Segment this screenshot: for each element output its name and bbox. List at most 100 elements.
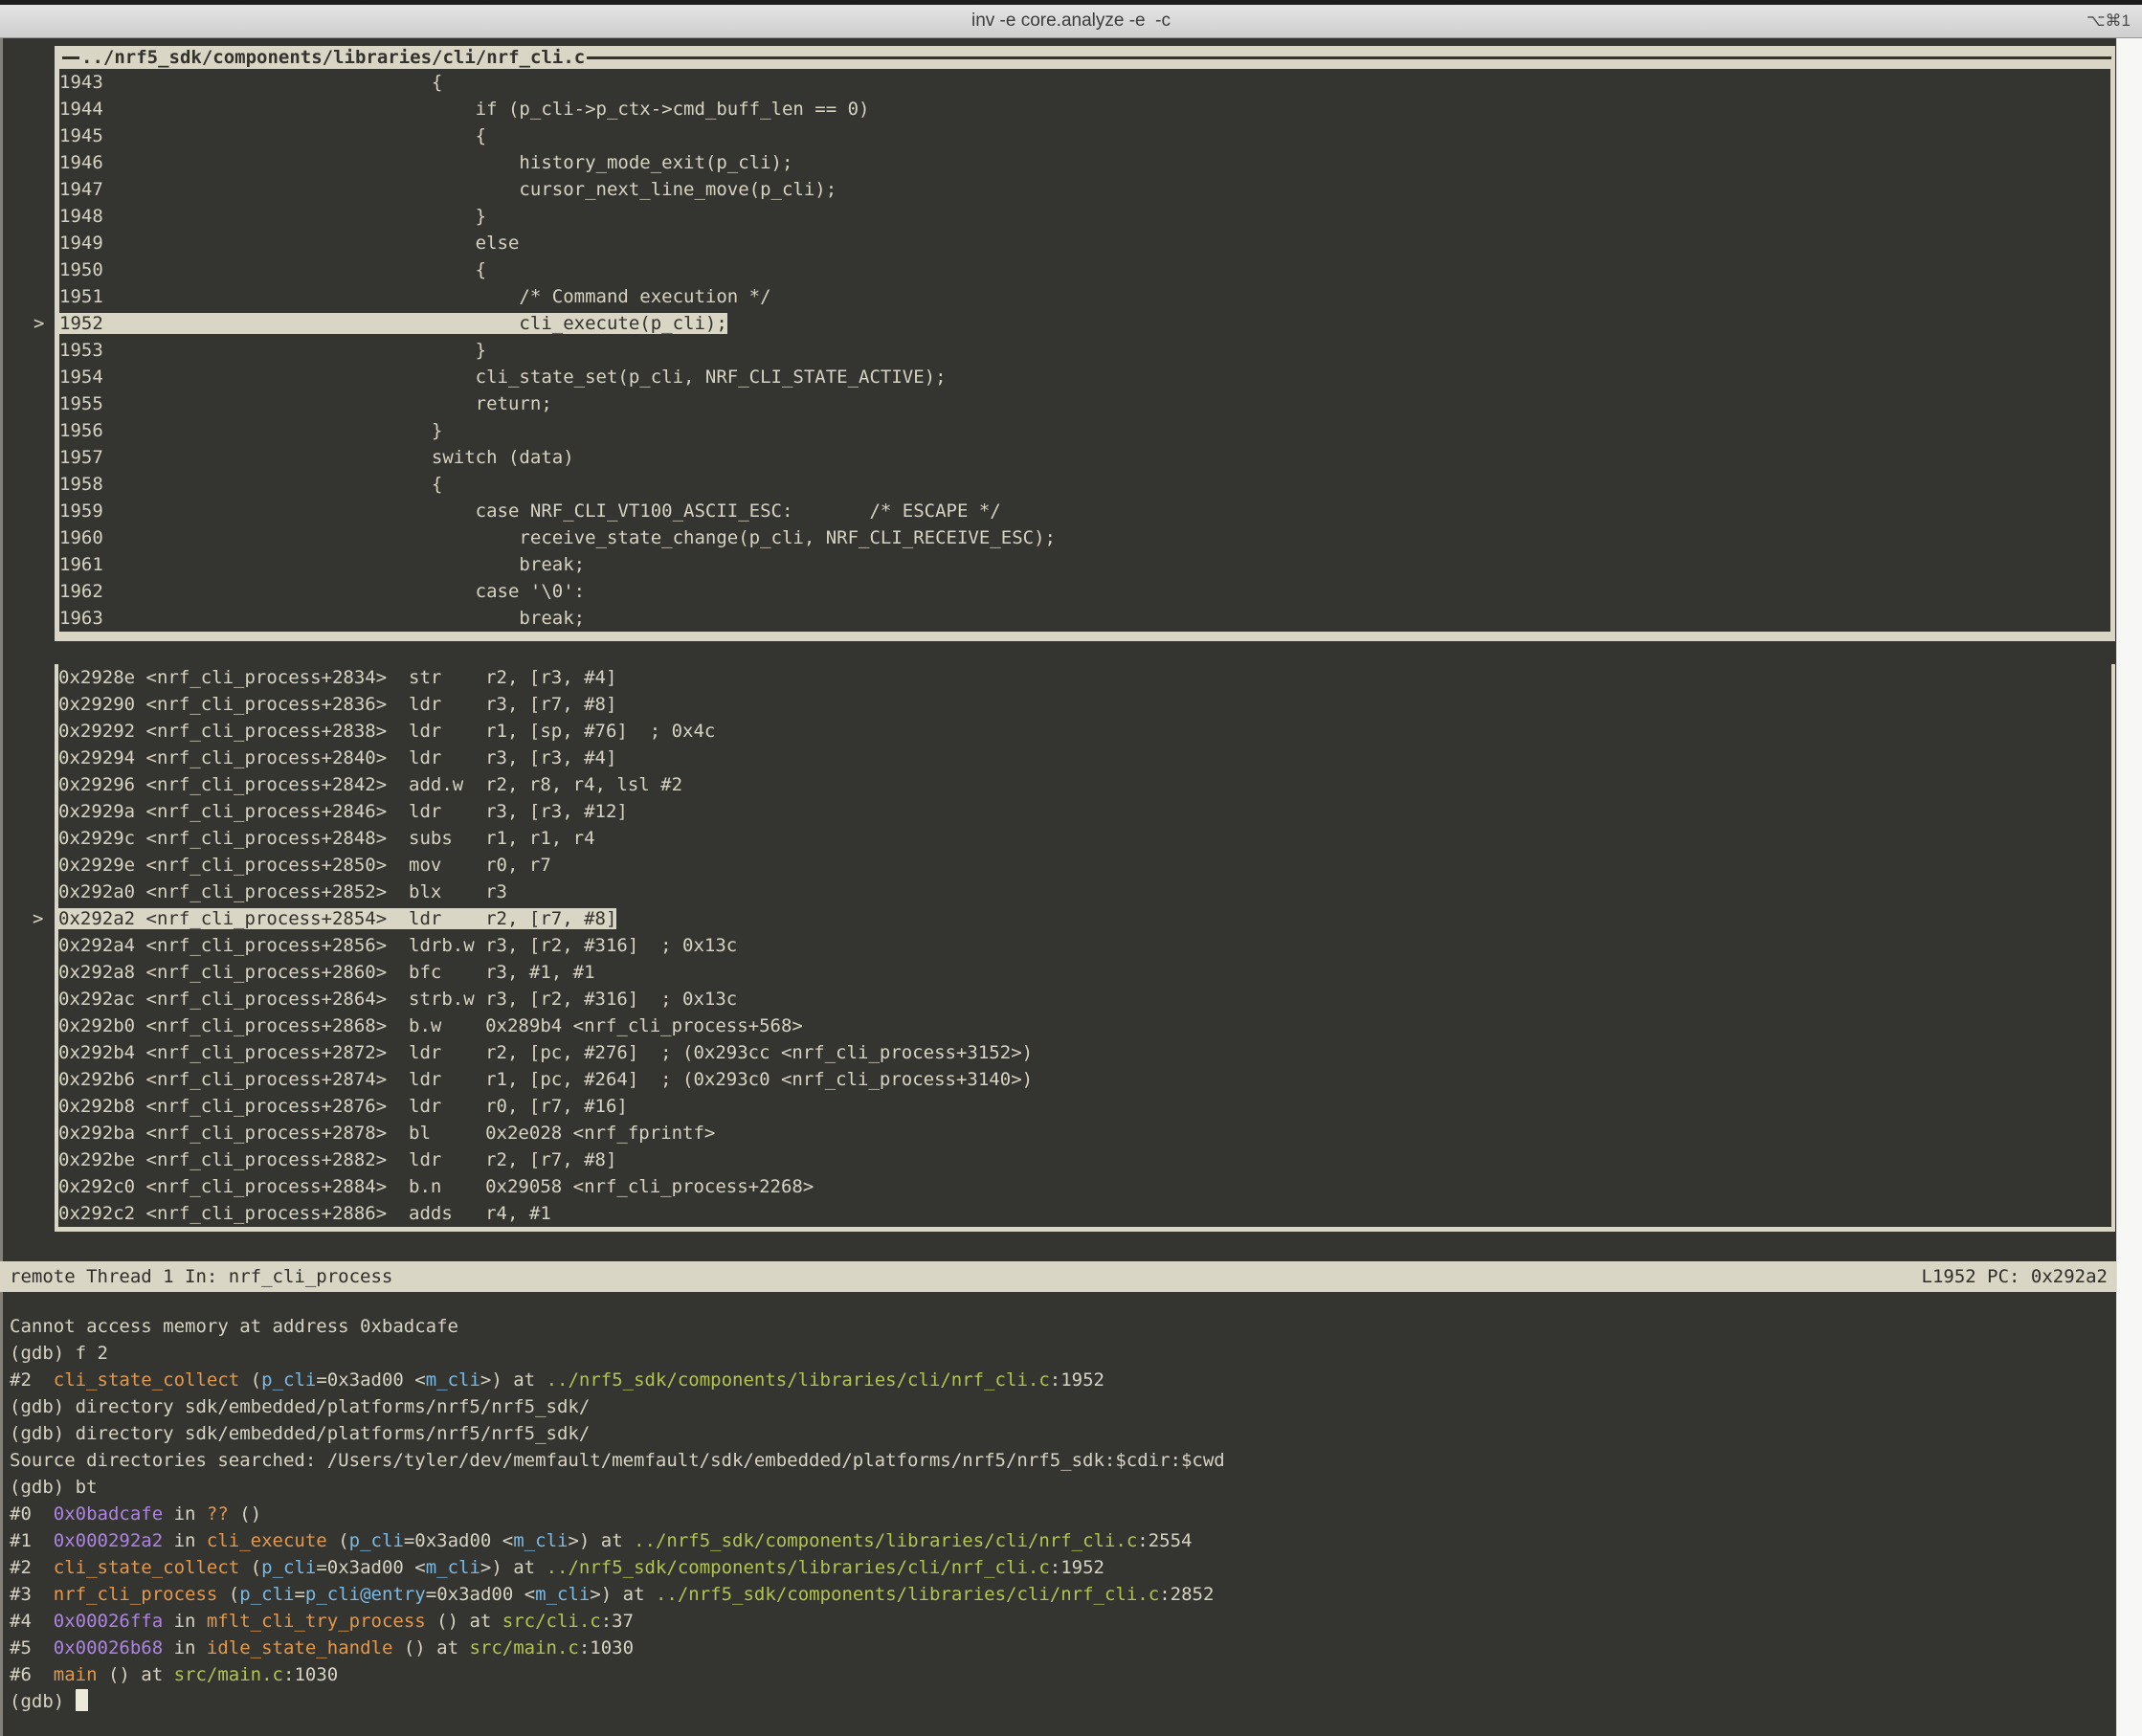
console-line: #5 0x00026b68 in idle_state_handle () at…	[10, 1635, 2117, 1661]
source-lines: 1943 {1944 if (p_cli->p_ctx->cmd_buff_le…	[55, 69, 2115, 641]
console-line: #1 0x000292a2 in cli_execute (p_cli=0x3a…	[10, 1527, 2117, 1554]
tab-shortcut-label: ⌥⌘1	[2086, 11, 2131, 31]
console-text-segment: #3	[10, 1584, 54, 1605]
console-text-segment: src/main.c	[469, 1637, 578, 1658]
console-text-segment: #2	[10, 1369, 54, 1391]
source-line: 1956 }	[59, 417, 2110, 444]
console-text-segment: ()	[229, 1503, 261, 1525]
console-line: (gdb) bt	[10, 1474, 2117, 1501]
source-line: 1961 break;	[59, 551, 2110, 578]
asm-line: 0x292b6 <nrf_cli_process+2874> ldr r1, […	[58, 1066, 2111, 1093]
console-text-segment: >) at	[480, 1369, 547, 1391]
source-line: 1957 switch (data)	[59, 444, 2110, 471]
console-text-segment: m_cli	[535, 1584, 590, 1605]
current-line-highlight: 1952 cli_execute(p_cli);	[59, 313, 727, 334]
current-line-highlight: 0x292a2 <nrf_cli_process+2854> ldr r2, […	[58, 908, 616, 929]
console-text-segment: main	[54, 1664, 98, 1685]
console-text-segment: p_cli	[261, 1369, 316, 1391]
terminal-window: inv -e core.analyze -e -c ⌥⌘1 ../nrf5_sd…	[0, 0, 2142, 1736]
console-text-segment: idle_state_handle	[207, 1637, 392, 1658]
console-text-segment: >) at	[480, 1557, 547, 1578]
console-text-segment: =0x3ad00 <	[404, 1530, 513, 1551]
border-line	[587, 56, 2111, 59]
asm-line: 0x292b4 <nrf_cli_process+2872> ldr r2, […	[58, 1039, 2111, 1066]
console-line: #0 0x0badcafe in ?? ()	[10, 1501, 2117, 1527]
console-text-segment: 0x0badcafe	[54, 1503, 163, 1525]
console-text-segment: Source directories searched: /Users/tyle…	[10, 1450, 1225, 1471]
titlebar[interactable]: inv -e core.analyze -e -c ⌥⌘1	[0, 0, 2142, 38]
console-text-segment: 0x00026b68	[54, 1637, 163, 1658]
asm-line: 0x292c2 <nrf_cli_process+2886> adds r4, …	[58, 1200, 2111, 1227]
source-line: >1952 cli_execute(p_cli);	[59, 310, 2110, 337]
console-text-segment: (gdb) directory sdk/embedded/platforms/n…	[10, 1423, 590, 1444]
source-line: 1944 if (p_cli->p_ctx->cmd_buff_len == 0…	[59, 96, 2110, 122]
border-line	[62, 56, 79, 59]
asm-line: 0x292b8 <nrf_cli_process+2876> ldr r0, […	[58, 1093, 2111, 1120]
console-line: (gdb) f 2	[10, 1340, 2117, 1367]
source-line: 1955 return;	[59, 390, 2110, 417]
source-line: 1963 break;	[59, 605, 2110, 632]
console-line: Cannot access memory at address 0xbadcaf…	[10, 1313, 2117, 1340]
console-line: #4 0x00026ffa in mflt_cli_try_process ()…	[10, 1608, 2117, 1635]
console-text-segment: 0x000292a2	[54, 1530, 163, 1551]
console-text-segment: :1030	[579, 1637, 634, 1658]
console-text-segment: :1030	[283, 1664, 338, 1685]
console-text-segment: ??	[207, 1503, 229, 1525]
console-text-segment: >) at	[590, 1584, 656, 1605]
console-text-segment: p_cli	[349, 1530, 404, 1551]
console-text-segment: (	[239, 1369, 261, 1391]
source-line: 1946 history_mode_exit(p_cli);	[59, 149, 2110, 176]
terminal-scrollbar[interactable]	[2116, 38, 2142, 1736]
console-text-segment: (	[217, 1584, 239, 1605]
console-text-segment: src/cli.c	[502, 1611, 601, 1632]
asm-line: 0x292b0 <nrf_cli_process+2868> b.w 0x289…	[58, 1013, 2111, 1039]
console-text-segment: () at	[426, 1611, 502, 1632]
console-text-segment: cli_state_collect	[54, 1557, 239, 1578]
console-text-segment: m_cli	[426, 1369, 480, 1391]
source-line: 1943 {	[59, 69, 2110, 96]
console-text-segment: p_cli	[261, 1557, 316, 1578]
source-line: 1962 case '\0':	[59, 578, 2110, 605]
console-text-segment: (gdb)	[10, 1691, 76, 1712]
asm-line: 0x292ba <nrf_cli_process+2878> bl 0x2e02…	[58, 1120, 2111, 1146]
console-text-segment: in	[163, 1530, 207, 1551]
source-line: 1951 /* Command execution */	[59, 283, 2110, 310]
status-line-pc-info: L1952 PC: 0x292a2	[1922, 1261, 2108, 1292]
console-line: (gdb)	[10, 1688, 2117, 1715]
console-text-segment: (	[239, 1557, 261, 1578]
terminal-cursor[interactable]	[76, 1689, 88, 1711]
console-line: #3 nrf_cli_process (p_cli=p_cli@entry=0x…	[10, 1581, 2117, 1608]
asm-line: 0x2929e <nrf_cli_process+2850> mov r0, r…	[58, 852, 2111, 879]
console-text-segment: src/main.c	[174, 1664, 283, 1685]
console-text-segment: m_cli	[513, 1530, 568, 1551]
console-text-segment: (gdb) bt	[10, 1477, 98, 1498]
console-text-segment: :1952	[1050, 1369, 1104, 1391]
console-text-segment: :1952	[1050, 1557, 1104, 1578]
source-line: 1954 cli_state_set(p_cli, NRF_CLI_STATE_…	[59, 364, 2110, 390]
console-text-segment: in	[163, 1611, 207, 1632]
console-line: (gdb) directory sdk/embedded/platforms/n…	[10, 1393, 2117, 1420]
current-line-marker: >	[33, 310, 44, 337]
console-text-segment: #1	[10, 1530, 54, 1551]
asm-line: 0x292a4 <nrf_cli_process+2856> ldrb.w r3…	[58, 932, 2111, 959]
console-text-segment: =	[294, 1584, 304, 1605]
disassembly-window: 0x2928e <nrf_cli_process+2834> str r2, […	[55, 664, 2115, 1232]
console-text-segment: :37	[601, 1611, 634, 1632]
asm-line: 0x292a0 <nrf_cli_process+2852> blx r3	[58, 879, 2111, 905]
console-text-segment: ../nrf5_sdk/components/libraries/cli/nrf…	[547, 1369, 1050, 1391]
console-text-segment: mflt_cli_try_process	[207, 1611, 426, 1632]
asm-line: 0x2929a <nrf_cli_process+2846> ldr r3, […	[58, 798, 2111, 825]
console-text-segment: m_cli	[426, 1557, 480, 1578]
source-window: ../nrf5_sdk/components/libraries/cli/nrf…	[55, 46, 2115, 641]
console-line: (gdb) directory sdk/embedded/platforms/n…	[10, 1420, 2117, 1447]
asm-line: 0x29296 <nrf_cli_process+2842> add.w r2,…	[58, 771, 2111, 798]
asm-line: 0x29290 <nrf_cli_process+2836> ldr r3, […	[58, 691, 2111, 718]
console-text-segment: () at	[98, 1664, 174, 1685]
gdb-console[interactable]: Cannot access memory at address 0xbadcaf…	[0, 1294, 2117, 1736]
console-text-segment: #4	[10, 1611, 54, 1632]
source-line: 1947 cursor_next_line_move(p_cli);	[59, 176, 2110, 203]
console-text-segment: ../nrf5_sdk/components/libraries/cli/nrf…	[634, 1530, 1137, 1551]
asm-line: 0x2928e <nrf_cli_process+2834> str r2, […	[58, 664, 2111, 691]
source-window-title-row: ../nrf5_sdk/components/libraries/cli/nrf…	[55, 46, 2115, 69]
current-line-marker: >	[33, 905, 43, 932]
